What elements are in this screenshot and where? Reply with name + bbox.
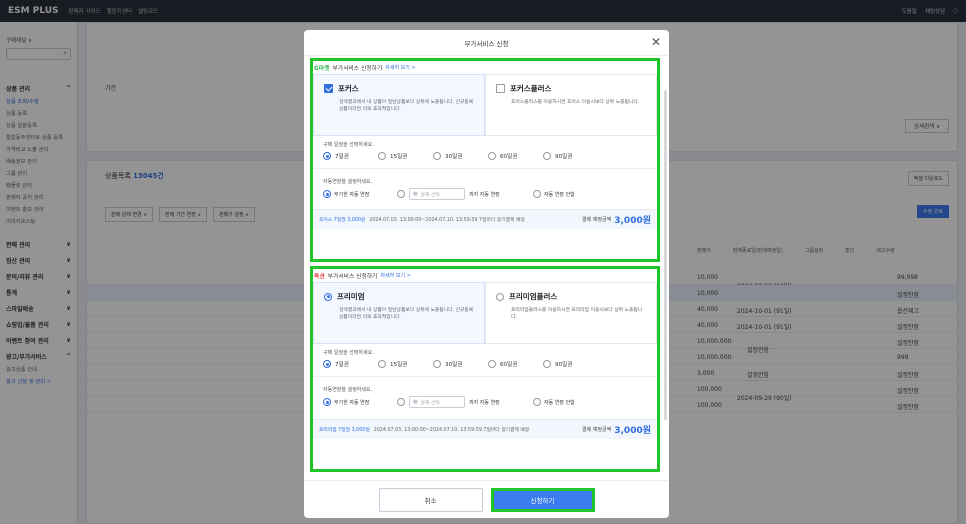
gmarket-plan-options: 포커스 검색결과에서 내 상품이 일반상품보다 상위에 노출됩니다. 신규등록상… (313, 74, 657, 136)
gmarket-brand: G마켓 (314, 66, 330, 72)
auction-section: 옥션 부가서비스 신청하기 자세히 보기 > 프리미엄 검색결과에서 내 상품이… (310, 266, 660, 472)
plan-premium[interactable]: 프리미엄 검색결과에서 내 상품이 일반상품보다 상위에 노출됩니다. 신규등록… (313, 282, 485, 344)
period-option-15[interactable]: 15일권 (378, 360, 433, 368)
cancel-button[interactable]: 취소 (378, 487, 483, 512)
auto-extend-label: 자동연장을 설정하세요. (323, 179, 373, 185)
gmarket-section-title: G마켓 부가서비스 신청하기 자세히 보기 > (314, 64, 416, 72)
gmarket-auto-extend-options: 무기한 자동 연장 ▦ 날짜 선택 까지 자동 연장 자동 연장 안함 (313, 185, 657, 203)
calendar-icon: ▦ (413, 399, 418, 405)
modal-scrollbar[interactable] (664, 90, 667, 420)
auto-extend-unlimited[interactable]: 무기한 자동 연장 (323, 190, 393, 198)
auto-extend-until-radio[interactable] (397, 190, 405, 198)
period-option-90[interactable]: 90일권 (543, 360, 598, 368)
auction-total-amount: 3,000원 (614, 426, 651, 436)
gmarket-detail-link[interactable]: 자세히 보기 > (385, 64, 415, 71)
period-option-30[interactable]: 30일권 (433, 152, 488, 160)
auction-plan-options: 프리미엄 검색결과에서 내 상품이 일반상품보다 상위에 노출됩니다. 신규등록… (313, 282, 657, 344)
apply-button[interactable]: 신청하기 (490, 487, 595, 512)
period-select-label: 구매 일권을 선택하세요. (323, 142, 374, 148)
plan-focus[interactable]: 포커스 검색결과에서 내 상품이 일반상품보다 상위에 노출됩니다. 신규등록상… (313, 74, 485, 136)
period-option-30[interactable]: 30일권 (433, 360, 488, 368)
addon-service-modal: 부가서비스 신청 ✕ G마켓 부가서비스 신청하기 자세히 보기 > 포커스 검… (304, 30, 669, 518)
gmarket-period-options: 7일권 15일권 30일권 60일권 90일권 (313, 148, 657, 164)
period-option-90[interactable]: 90일권 (543, 152, 598, 160)
divider (313, 168, 657, 169)
close-icon[interactable]: ✕ (651, 35, 661, 49)
auction-detail-link[interactable]: 자세히 보기 > (381, 272, 411, 279)
plan-premium-plus[interactable]: 프리미엄플러스 프리미엄플러스를 이용하시면 프리미엄 이용시보다 상위 노출됩… (485, 282, 657, 344)
plan-focus-plus[interactable]: 포커스플러스 포커스플러스를 이용하시면 포커스 이용시보다 상위 노출됩니다. (485, 74, 657, 136)
checkbox-focus-plus[interactable] (496, 84, 505, 93)
auto-extend-none[interactable]: 자동 연장 안함 (533, 398, 575, 406)
auction-section-title: 옥션 부가서비스 신청하기 자세히 보기 > (314, 272, 411, 280)
date-picker-input[interactable]: ▦ 날짜 선택 (409, 188, 465, 200)
gmarket-summary-bar: 포커스 7일권 3,000원 2024.07.03. 13:00:00~2024… (313, 209, 657, 229)
period-option-7[interactable]: 7일권 (323, 152, 378, 160)
checkbox-focus[interactable] (324, 84, 333, 93)
calendar-icon: ▦ (413, 191, 418, 197)
auto-extend-label: 자동연장을 설정하세요. (323, 387, 373, 393)
radio-premium-plus[interactable] (496, 292, 504, 301)
auction-auto-extend-options: 무기한 자동 연장 ▦ 날짜 선택 까지 자동 연장 자동 연장 안함 (313, 393, 657, 411)
auto-extend-none[interactable]: 자동 연장 안함 (533, 190, 575, 198)
modal-header: 부가서비스 신청 ✕ (304, 30, 669, 56)
auction-summary-bar: 프리미엄 7일권 3,000원 2024.07.03. 13:00:00~202… (313, 419, 657, 439)
auction-period-options: 7일권 15일권 30일권 60일권 90일권 (313, 356, 657, 372)
period-option-7[interactable]: 7일권 (323, 360, 378, 368)
period-select-label: 구매 일권을 선택하세요. (323, 350, 374, 356)
gmarket-total-amount: 3,000원 (614, 216, 651, 226)
auto-extend-until-radio[interactable] (397, 398, 405, 406)
auto-extend-unlimited[interactable]: 무기한 자동 연장 (323, 398, 393, 406)
divider (313, 376, 657, 377)
auction-brand: 옥션 (314, 274, 325, 280)
modal-footer: 취소 신청하기 (304, 480, 669, 518)
gmarket-section: G마켓 부가서비스 신청하기 자세히 보기 > 포커스 검색결과에서 내 상품이… (310, 58, 660, 262)
period-option-60[interactable]: 60일권 (488, 360, 543, 368)
period-option-15[interactable]: 15일권 (378, 152, 433, 160)
date-picker-input[interactable]: ▦ 날짜 선택 (409, 396, 465, 408)
modal-body: G마켓 부가서비스 신청하기 자세히 보기 > 포커스 검색결과에서 내 상품이… (310, 58, 666, 506)
period-option-60[interactable]: 60일권 (488, 152, 543, 160)
modal-title: 부가서비스 신청 (464, 39, 509, 48)
radio-premium[interactable] (324, 292, 332, 301)
